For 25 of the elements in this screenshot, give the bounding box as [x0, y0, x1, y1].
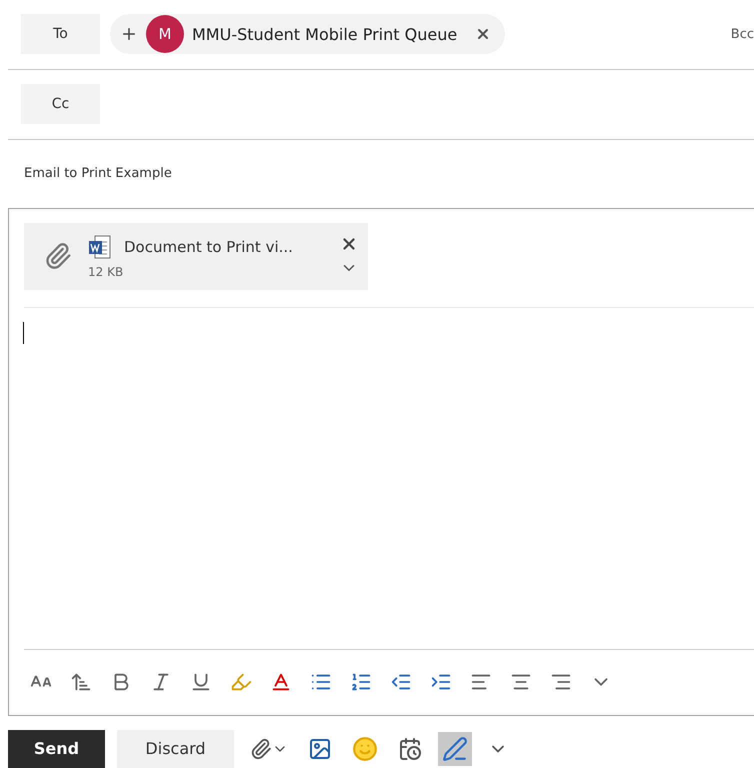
- avatar: M: [146, 15, 184, 54]
- subject-field[interactable]: Email to Print Example: [8, 140, 754, 208]
- format-button[interactable]: [438, 732, 472, 766]
- bcc-link[interactable]: Bcc: [730, 26, 754, 42]
- cc-button[interactable]: Cc: [21, 84, 100, 124]
- underline-icon: [190, 671, 212, 694]
- grow-font-icon: [70, 671, 92, 694]
- numbering-icon: [350, 671, 372, 694]
- recipient-chip[interactable]: M MMU-Student Mobile Print Queue: [110, 14, 506, 54]
- attachment-size: 12 KB: [88, 265, 124, 280]
- font-color-icon: [270, 671, 292, 694]
- paperclip-icon: [44, 242, 72, 270]
- pen-icon: [442, 736, 468, 762]
- highlight-icon: [230, 671, 252, 694]
- paperclip-icon: [250, 738, 272, 760]
- discard-button[interactable]: Discard: [117, 730, 234, 768]
- calendar-clock-icon: [398, 736, 422, 761]
- text-cursor: [23, 322, 24, 344]
- recipient-name: MMU-Student Mobile Print Queue: [192, 24, 458, 44]
- smiley-icon: [352, 736, 378, 762]
- send-button[interactable]: Send: [8, 730, 105, 768]
- attachment-name: Document to Print vi...: [124, 238, 293, 256]
- to-button[interactable]: To: [21, 14, 100, 54]
- picture-icon: [308, 736, 332, 761]
- attachment-card[interactable]: Document to Print vi... 12 KB: [24, 222, 368, 290]
